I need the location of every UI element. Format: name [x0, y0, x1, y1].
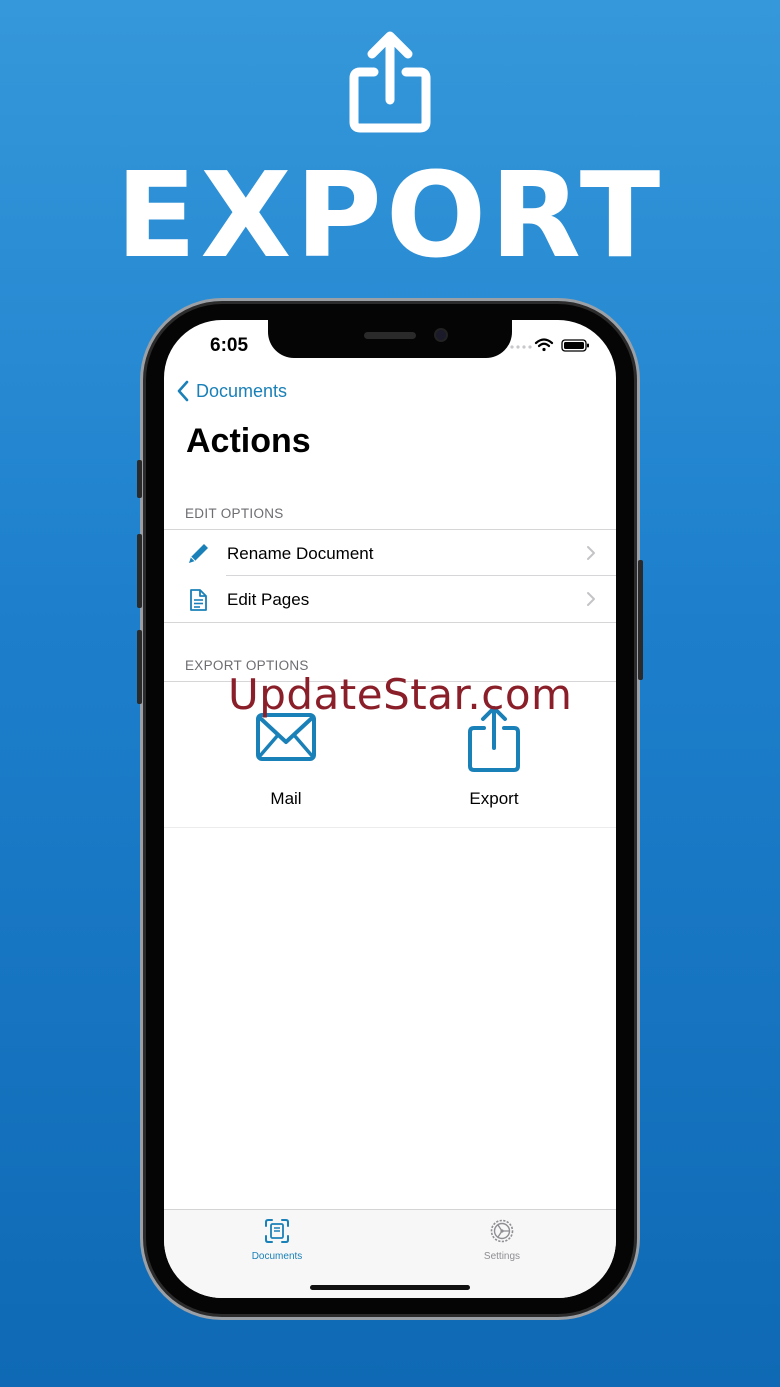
- status-icons: [510, 338, 589, 352]
- status-time: 6:05: [210, 335, 249, 356]
- export-button[interactable]: Export: [434, 704, 554, 809]
- watermark: UpdateStar.com: [228, 670, 573, 719]
- scan-document-icon: [265, 1219, 289, 1243]
- pencil-icon: [189, 544, 208, 563]
- mute-switch: [137, 460, 142, 498]
- power-button: [638, 560, 643, 680]
- back-button[interactable]: Documents: [176, 380, 287, 402]
- mail-button[interactable]: Mail: [226, 712, 346, 809]
- signal-dots-icon: [510, 345, 532, 349]
- mail-icon: [256, 713, 316, 761]
- phone-screen: 6:05 Documents Actions EDIT OPTIONS Rena…: [164, 320, 616, 1298]
- hero-title: EXPORT: [115, 146, 665, 284]
- back-button-label: Documents: [196, 380, 288, 401]
- front-camera: [434, 328, 448, 342]
- separator: [164, 622, 616, 623]
- chevron-left-icon: [177, 380, 189, 402]
- chevron-right-icon: [587, 546, 595, 560]
- page-title: Actions: [186, 422, 311, 460]
- tab-documents-label: Documents: [251, 1251, 303, 1262]
- gear-icon: [490, 1219, 514, 1243]
- mail-label: Mail: [270, 789, 302, 808]
- wifi-icon: [534, 338, 554, 352]
- volume-up-button: [137, 534, 142, 608]
- edit-pages-label: Edit Pages: [227, 590, 310, 609]
- volume-down-button: [137, 630, 142, 704]
- share-icon: [349, 31, 431, 133]
- rename-document-label: Rename Document: [227, 544, 374, 563]
- tab-settings[interactable]: Settings: [442, 1218, 562, 1262]
- speaker: [364, 332, 416, 339]
- home-indicator: [310, 1285, 470, 1290]
- edit-pages-row[interactable]: Edit Pages: [164, 576, 616, 622]
- separator: [164, 827, 616, 828]
- document-icon: [190, 589, 207, 611]
- tab-documents[interactable]: Documents: [217, 1218, 337, 1262]
- chevron-right-icon: [587, 592, 595, 606]
- tab-settings-label: Settings: [483, 1251, 521, 1262]
- battery-icon: [561, 339, 589, 352]
- rename-document-row[interactable]: Rename Document: [164, 530, 616, 576]
- export-label: Export: [469, 789, 519, 808]
- notch: [268, 320, 512, 358]
- edit-options-header: EDIT OPTIONS: [185, 506, 284, 521]
